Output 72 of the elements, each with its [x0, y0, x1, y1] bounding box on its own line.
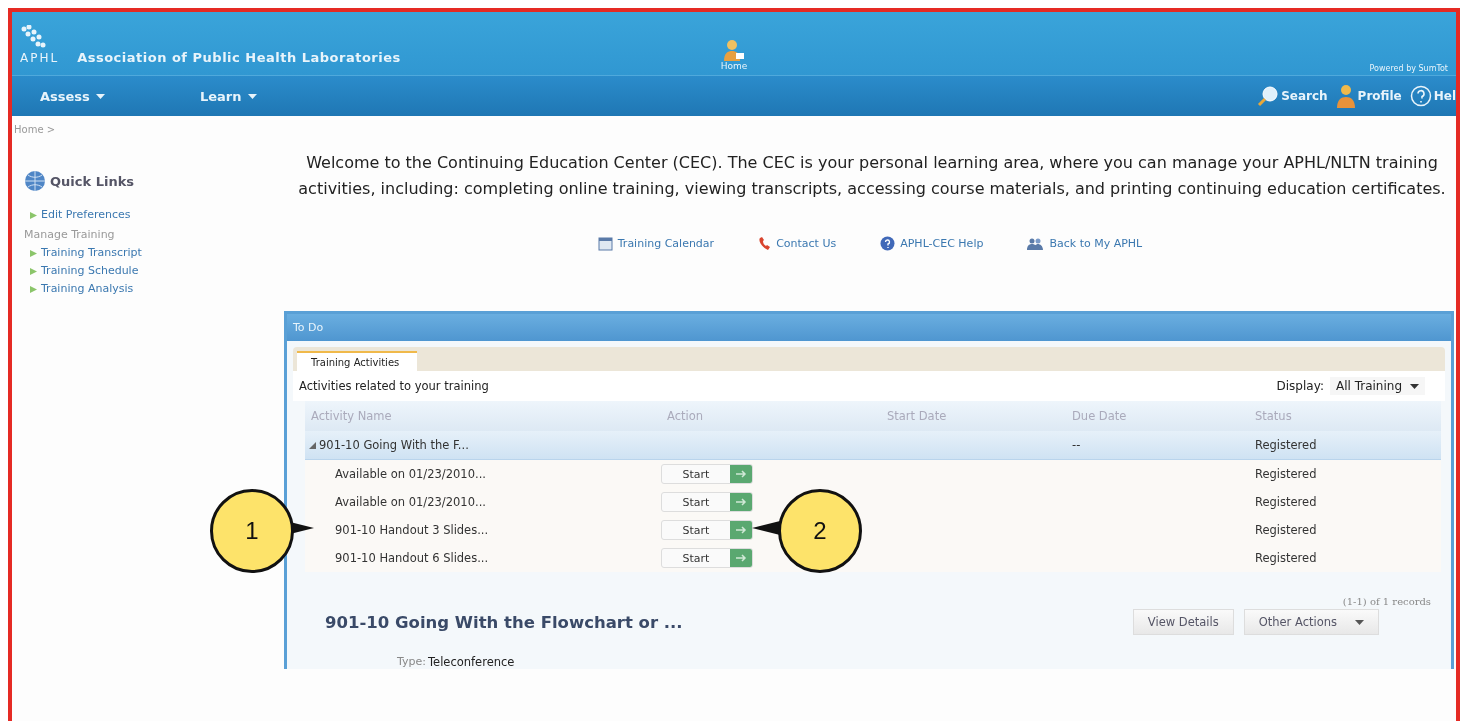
- start-button[interactable]: Start: [661, 548, 753, 568]
- phone-icon: [758, 236, 772, 251]
- action-button[interactable]: View Details: [1132, 609, 1234, 635]
- calendar-icon: [597, 236, 613, 251]
- table-cell-text: Registered: [1254, 438, 1318, 452]
- quick-link[interactable]: Training Calendar: [597, 236, 715, 251]
- people-icon: [1027, 237, 1045, 250]
- start-button[interactable]: Start: [661, 464, 753, 484]
- table-cell-text: 901-10 Handout 3 Slides...: [334, 523, 490, 537]
- person-icon: [723, 39, 745, 61]
- caption-text: Activities related to your training: [299, 379, 489, 393]
- expanded-icon[interactable]: [309, 441, 316, 449]
- type-label: Type:: [397, 655, 426, 669]
- bullet-icon: [30, 211, 37, 219]
- start-button[interactable]: Start: [661, 520, 753, 540]
- display-dropdown[interactable]: All Training: [1329, 377, 1425, 395]
- table-cell-text: Registered: [1254, 551, 1318, 565]
- caret-icon: [1355, 619, 1364, 625]
- quick-link[interactable]: Back to My APHL: [1027, 236, 1143, 251]
- callout-number: 1: [210, 489, 294, 573]
- nav-menu[interactable]: Assess: [40, 88, 200, 104]
- welcome-text: Welcome to the Continuing Education Center (CEC). The CEC is your personal learning area, where you can manage your APHL/NLTN training activities, including: completing online training, viewing transcripts, accessing course materials, and printing continuing education certificates.: [297, 152, 1447, 200]
- home-link[interactable]: Home: [720, 61, 748, 71]
- arrow-icon: [735, 554, 747, 562]
- table-cell-text: --: [1071, 438, 1082, 452]
- logo-icon: [20, 25, 46, 49]
- sidebar-link[interactable]: Training Transcript: [24, 244, 284, 262]
- toolbar-link[interactable]: Profile: [1335, 84, 1402, 108]
- sidebar-link[interactable]: Edit Preferences: [24, 206, 284, 224]
- person-icon: [1335, 84, 1356, 108]
- display-label: Display:: [1276, 379, 1324, 393]
- logo-text: APHL: [20, 51, 60, 65]
- group-name: 901-10 Going With the F...: [319, 438, 469, 452]
- table-cell-text: Available on 01/23/2010...: [334, 495, 487, 509]
- sidebar-link[interactable]: Training Analysis: [24, 280, 284, 298]
- sidebar-heading: Manage Training: [24, 227, 116, 243]
- table-cell-text: 901-10 Handout 6 Slides...: [334, 551, 490, 565]
- search-icon: [1257, 85, 1280, 107]
- bullet-icon: [30, 267, 37, 275]
- title-text: Quick Links: [50, 173, 135, 189]
- caret-icon: [1410, 383, 1419, 389]
- caret-icon: [95, 93, 105, 99]
- type-value: Teleconference: [428, 655, 515, 669]
- bullet-icon: [30, 249, 37, 257]
- table-cell-text: Registered: [1254, 495, 1318, 509]
- table-cell-text: Registered: [1254, 523, 1318, 537]
- arrow-icon: [735, 470, 747, 478]
- nav-menu[interactable]: Learn: [200, 88, 360, 104]
- toolbar-link[interactable]: Hel: [1409, 85, 1456, 107]
- powered-by-text: Powered by SumTot: [1369, 64, 1448, 75]
- arrow-icon: [735, 498, 747, 506]
- breadcrumb[interactable]: Home >: [12, 116, 1456, 144]
- globe-icon: [24, 170, 46, 192]
- activity-title: 901-10 Going With the Flowchart or ...: [325, 612, 684, 632]
- sidebar-link[interactable]: Training Schedule: [24, 262, 284, 280]
- start-button[interactable]: Start: [661, 492, 753, 512]
- help-icon: [1409, 85, 1432, 107]
- action-button[interactable]: Other Actions: [1243, 609, 1379, 635]
- organization-name: Association of Public Health Laboratories: [77, 50, 401, 65]
- help-icon: [880, 236, 896, 251]
- quick-link[interactable]: APHL-CEC Help: [880, 236, 984, 251]
- table-cell-text: Available on 01/23/2010...: [334, 467, 487, 481]
- records-count: (1-1) of 1 records: [1341, 595, 1432, 607]
- tab[interactable]: Training Activities: [297, 351, 418, 371]
- panel-title: To Do: [287, 314, 1451, 341]
- caret-icon: [247, 93, 257, 99]
- quick-link[interactable]: Contact Us: [758, 236, 837, 251]
- bullet-icon: [30, 285, 37, 293]
- table-cell-text: Registered: [1254, 467, 1318, 481]
- group-row-name[interactable]: 901-10 Going With the F...: [305, 438, 661, 452]
- arrow-icon: [735, 526, 747, 534]
- toolbar-link[interactable]: Search: [1257, 85, 1328, 107]
